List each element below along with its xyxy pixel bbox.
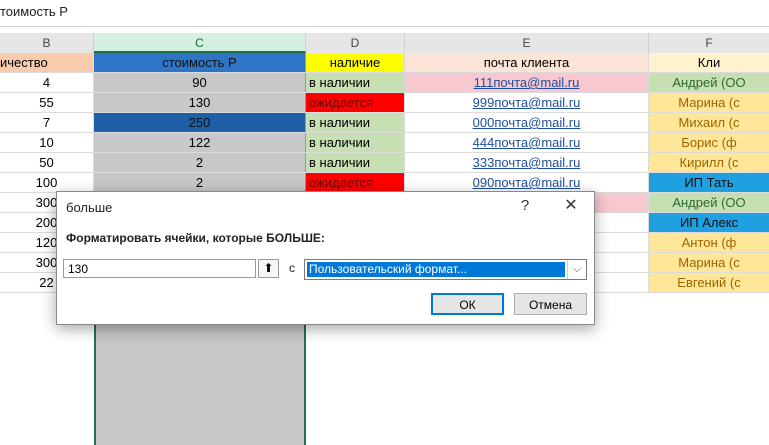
threshold-value-input[interactable] <box>63 259 256 278</box>
header-cell-availability[interactable]: наличие <box>306 53 405 72</box>
formula-text: тоимость Р <box>0 4 68 19</box>
email-link[interactable]: 090почта@mail.ru <box>473 175 581 190</box>
quantity-cell[interactable]: 7 <box>0 113 94 132</box>
quantity-cell[interactable]: 4 <box>0 73 94 92</box>
price-cell[interactable]: 90 <box>94 73 306 92</box>
dialog-title: больше <box>66 200 113 215</box>
client-cell[interactable]: Евгений (с <box>649 273 769 292</box>
price-cell[interactable]: 2 <box>94 173 306 192</box>
header-cell-client[interactable]: Кли <box>649 53 769 72</box>
table-row: 50 2 в наличии 333почта@mail.ru Кирилл (… <box>0 153 769 173</box>
client-cell[interactable]: Борис (ф <box>649 133 769 152</box>
email-cell[interactable]: 111почта@mail.ru <box>405 73 649 92</box>
price-cell[interactable]: 130 <box>94 93 306 112</box>
client-cell[interactable]: Кирилл (с <box>649 153 769 172</box>
availability-cell[interactable]: в наличии <box>306 133 405 152</box>
column-header-e[interactable]: E <box>405 33 649 53</box>
email-cell[interactable]: 090почта@mail.ru <box>405 173 649 192</box>
email-cell[interactable]: 444почта@mail.ru <box>405 133 649 152</box>
format-select[interactable]: Пользовательский формат... ⌵ <box>304 259 587 280</box>
availability-cell[interactable]: в наличии <box>306 73 405 92</box>
quantity-cell[interactable]: 50 <box>0 153 94 172</box>
quantity-cell[interactable]: 55 <box>0 93 94 112</box>
column-headers: B C D E F <box>0 33 769 54</box>
close-icon[interactable]: ✕ <box>560 196 582 216</box>
availability-cell[interactable]: ожидается <box>306 93 405 112</box>
table-row: 10 122 в наличии 444почта@mail.ru Борис … <box>0 133 769 153</box>
header-cell-price[interactable]: стоимость Р <box>94 53 306 72</box>
collapse-dialog-icon[interactable]: ⬆ <box>258 259 279 278</box>
email-link[interactable]: 111почта@mail.ru <box>474 75 580 90</box>
table-row: 7 250 в наличии 000почта@mail.ru Михаил … <box>0 113 769 133</box>
client-cell[interactable]: ИП Алекс <box>649 213 769 232</box>
client-cell[interactable]: Михаил (с <box>649 113 769 132</box>
availability-cell[interactable]: в наличии <box>306 153 405 172</box>
table-header-row: ичество стоимость Р наличие почта клиент… <box>0 53 769 73</box>
header-cell-quantity[interactable]: ичество <box>0 53 94 72</box>
price-cell[interactable]: 2 <box>94 153 306 172</box>
client-cell[interactable]: Марина (с <box>649 253 769 272</box>
email-link[interactable]: 999почта@mail.ru <box>473 95 581 110</box>
client-cell[interactable]: Марина (с <box>649 93 769 112</box>
column-header-d[interactable]: D <box>306 33 405 53</box>
column-header-f[interactable]: F <box>649 33 769 53</box>
column-header-b[interactable]: B <box>0 33 94 53</box>
quantity-cell[interactable]: 10 <box>0 133 94 152</box>
cancel-button[interactable]: Отмена <box>514 293 587 315</box>
price-cell[interactable]: 122 <box>94 133 306 152</box>
email-link[interactable]: 000почта@mail.ru <box>473 115 581 130</box>
formula-bar[interactable]: тоимость Р <box>0 0 769 27</box>
client-cell[interactable]: Антон (ф <box>649 233 769 252</box>
with-label: с <box>289 261 295 275</box>
email-cell[interactable]: 000почта@mail.ru <box>405 113 649 132</box>
email-cell[interactable]: 999почта@mail.ru <box>405 93 649 112</box>
greater-than-dialog: больше ? ✕ Форматировать ячейки, которые… <box>56 191 595 325</box>
client-cell[interactable]: Андрей (ОО <box>649 73 769 92</box>
availability-cell[interactable]: ожидается <box>306 173 405 192</box>
table-row: 55 130 ожидается 999почта@mail.ru Марина… <box>0 93 769 113</box>
header-cell-email[interactable]: почта клиента <box>405 53 649 72</box>
price-cell-highlighted[interactable]: 250 <box>94 113 306 132</box>
client-cell[interactable]: Андрей (ОО <box>649 193 769 212</box>
availability-cell[interactable]: в наличии <box>306 113 405 132</box>
table-row: 4 90 в наличии 111почта@mail.ru Андрей (… <box>0 73 769 93</box>
email-link[interactable]: 333почта@mail.ru <box>473 155 581 170</box>
dialog-instruction-label: Форматировать ячейки, которые БОЛЬШЕ: <box>66 231 325 245</box>
column-header-c[interactable]: C <box>94 33 306 53</box>
table-row: 100 2 ожидается 090почта@mail.ru ИП Тать <box>0 173 769 193</box>
format-select-value: Пользовательский формат... <box>307 262 565 277</box>
ok-button[interactable]: ОК <box>431 293 504 315</box>
quantity-cell[interactable]: 100 <box>0 173 94 192</box>
client-cell[interactable]: ИП Тать <box>649 173 769 192</box>
email-link[interactable]: 444почта@mail.ru <box>473 135 581 150</box>
help-icon[interactable]: ? <box>515 196 535 216</box>
chevron-down-icon[interactable]: ⌵ <box>567 260 586 279</box>
email-cell[interactable]: 333почта@mail.ru <box>405 153 649 172</box>
